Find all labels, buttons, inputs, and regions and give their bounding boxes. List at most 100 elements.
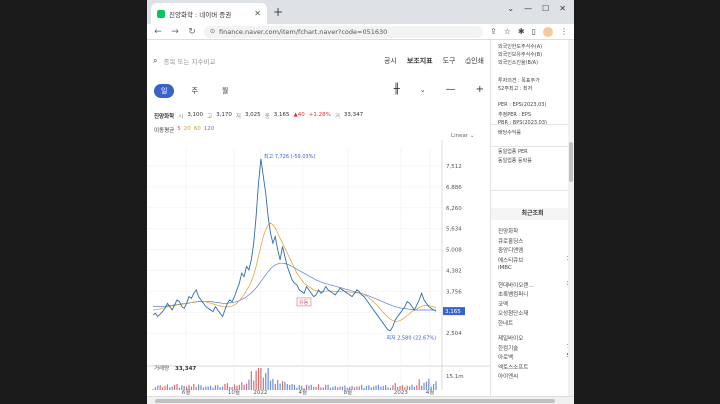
metric-label: 52주최고 : 최저 <box>498 86 533 92</box>
chevron-down-icon: ⌄ <box>469 133 475 139</box>
recent-item[interactable]: 큐로홀딩스 <box>498 237 570 245</box>
menu-indicators[interactable]: 보조지표 <box>407 56 433 66</box>
volume-bar <box>255 370 257 390</box>
volume-bar <box>217 385 219 390</box>
ma-20[interactable]: 20 <box>184 126 191 134</box>
volume-bar <box>214 385 216 390</box>
recent-item[interactable]: 한네트 <box>498 319 570 327</box>
chevron-down-icon[interactable]: ⌄ <box>507 4 514 13</box>
horizontal-scrollbar[interactable] <box>147 396 574 404</box>
recent-item[interactable]: 아이엔씨 <box>498 372 570 380</box>
maximize-icon[interactable]: ☐ <box>542 4 549 13</box>
scrollbar-thumb[interactable] <box>155 399 555 403</box>
recent-item-name: 아이엔씨 <box>498 374 519 380</box>
recent-item-name: 한컴기술 <box>498 345 519 352</box>
recent-item[interactable]: 코맥 <box>498 300 570 308</box>
recent-item-name: 아로백 <box>498 355 514 361</box>
y-tick-label: 6,886 <box>446 185 462 191</box>
minimize-icon[interactable]: — <box>524 4 532 13</box>
recent-item[interactable]: 제일바이오 <box>498 334 570 342</box>
recent-item[interactable]: iMBC <box>498 265 570 271</box>
extensions-icon[interactable]: ✱ <box>518 27 525 36</box>
current-price-label: 3,165 <box>445 309 461 315</box>
volume-bar <box>416 385 418 390</box>
volume-bar <box>243 384 245 390</box>
volume-bar <box>197 384 200 390</box>
recent-item[interactable]: 오성첨단소재 <box>498 309 570 317</box>
new-tab-icon[interactable]: + <box>273 5 283 19</box>
volume-bar <box>161 387 164 390</box>
chart-tools: ╫ ⌄ — + <box>394 84 484 95</box>
chevron-down-icon[interactable]: ⌄ <box>420 86 426 94</box>
url-field[interactable]: ⊙ finance.naver.com/item/fchart.naver?co… <box>204 25 484 38</box>
back-icon[interactable]: ← <box>153 27 163 37</box>
ma-label: 이동평균 <box>154 128 175 134</box>
volume-bar <box>212 387 214 390</box>
volume-bar <box>293 384 296 390</box>
volume-bar <box>233 384 236 390</box>
volume-bar <box>363 387 365 390</box>
ma-120[interactable]: 120 <box>204 126 215 134</box>
menu-disclosure[interactable]: 공시 <box>384 56 397 66</box>
metric-label: 외국인한도주식수(A) <box>498 44 543 50</box>
recent-item[interactable]: 엑토스소프트 <box>498 363 570 371</box>
scrollbar-thumb[interactable] <box>569 142 573 182</box>
volume-axis-label: 15.1m <box>446 374 464 380</box>
open-value: 3,100 <box>187 112 204 118</box>
browser-menu-icon[interactable]: ⋮ <box>560 27 568 36</box>
site-info-icon[interactable]: ⊙ <box>210 28 215 35</box>
period-daily[interactable]: 일 <box>154 84 175 98</box>
volume-label-short: 거 <box>334 114 340 120</box>
recent-item[interactable]: 에스티큐브1 <box>498 256 570 264</box>
recent-item[interactable]: 중앙디앤엠 <box>498 246 570 254</box>
volume-bar <box>356 386 358 390</box>
period-weekly[interactable]: 주 <box>184 84 204 98</box>
volume-bar <box>401 385 404 390</box>
close-window-icon[interactable]: ✕ <box>559 4 566 13</box>
ma-5[interactable]: 5 <box>177 126 181 134</box>
volume-bar <box>245 383 248 390</box>
vertical-scrollbar[interactable] <box>568 40 574 396</box>
volume-bar <box>361 384 363 390</box>
recent-item[interactable]: 진양화학 <box>498 227 570 235</box>
price-chart[interactable]: 7,5126,8866,2605,6345,0084,3823,7563,130… <box>147 140 490 396</box>
y-tick-label: 6,260 <box>446 206 462 212</box>
volume-bar <box>231 386 233 390</box>
recent-item-name: 코맥 <box>498 301 509 308</box>
volume-bar <box>221 386 224 390</box>
recent-item[interactable]: 초록뱀컴퍼니 <box>498 290 570 298</box>
volume-bar <box>351 386 353 390</box>
recent-item[interactable]: 한컴기술7 <box>498 344 570 352</box>
change-percent: +1.28% <box>308 112 331 118</box>
search-input[interactable]: 종목 또는 지수비교 <box>163 56 383 66</box>
forward-icon[interactable]: → <box>170 27 180 37</box>
browser-tab[interactable]: 진양화학 : 네이버 증권 ✕ <box>151 3 267 24</box>
scale-mode-selector[interactable]: Linear ⌄ <box>451 133 474 139</box>
search-icon[interactable]: ⌕ <box>153 56 157 66</box>
ma-60[interactable]: 60 <box>194 126 201 134</box>
candle-type-icon[interactable]: ╫ <box>394 84 400 95</box>
volume-bar <box>404 387 406 390</box>
naver-favicon-icon <box>157 9 165 18</box>
reload-icon[interactable]: ↻ <box>187 27 197 37</box>
volume-bar <box>224 383 226 390</box>
marker-label: 유동 <box>299 300 309 306</box>
menu-tools[interactable]: 도구 <box>443 56 456 66</box>
recent-item[interactable]: 아로백5 <box>498 353 570 361</box>
recent-item-name: iMBC <box>498 265 512 271</box>
volume-bar <box>226 383 228 390</box>
volume-bar <box>164 386 166 390</box>
volume-bar <box>171 386 173 390</box>
sidepanel-icon[interactable]: ▯ <box>532 27 536 36</box>
close-tab-icon[interactable]: ✕ <box>254 9 261 18</box>
period-monthly[interactable]: 월 <box>215 84 235 98</box>
volume-bar <box>346 387 348 390</box>
bookmark-star-icon[interactable]: ☆ <box>504 27 511 36</box>
menu-print[interactable]: ⎙인쇄 <box>466 56 485 66</box>
y-tick-label: 3,756 <box>446 289 462 295</box>
recent-item[interactable]: 현대바이오랜…3 <box>498 281 570 289</box>
zoom-out-icon[interactable]: — <box>446 84 456 95</box>
share-icon[interactable]: ⇪ <box>490 27 497 36</box>
zoom-in-icon[interactable]: + <box>476 84 484 95</box>
profile-avatar[interactable] <box>543 26 553 37</box>
